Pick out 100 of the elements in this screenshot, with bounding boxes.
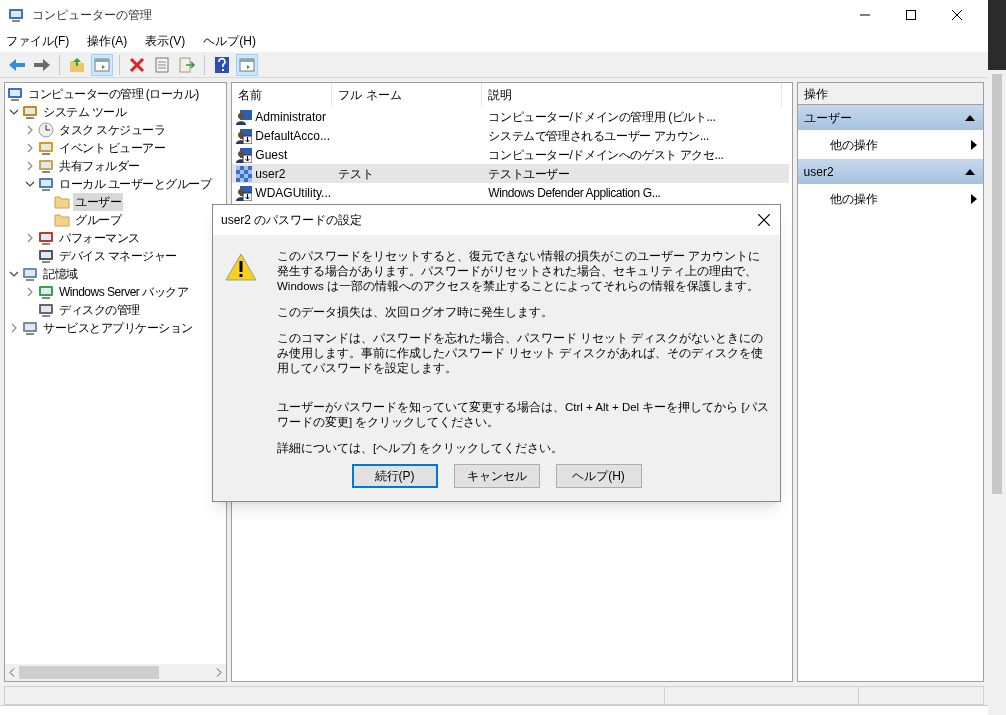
chevron-right-icon[interactable] <box>9 323 19 333</box>
action-item[interactable]: 他の操作 <box>829 189 878 208</box>
table-cell-text: コンピューター/ドメインの管理用 (ビルト... <box>487 108 717 126</box>
close-icon <box>952 10 962 20</box>
collapse-triangle-icon[interactable] <box>965 168 975 175</box>
table-cell-text: コンピューター/ドメインへのゲスト アクセ... <box>487 146 725 164</box>
chevron-right-icon[interactable] <box>216 668 223 677</box>
chevron-right-icon[interactable] <box>25 143 35 153</box>
tree-item[interactable]: パフォーマンス <box>57 229 142 247</box>
submenu-triangle-icon[interactable] <box>971 139 977 150</box>
table-cell: テスト <box>338 166 375 181</box>
submenu-triangle-icon[interactable] <box>971 193 977 204</box>
chevron-down-icon[interactable] <box>9 269 19 279</box>
maximize-icon <box>906 10 916 20</box>
back-arrow-icon <box>8 57 26 72</box>
tree-item[interactable]: ディスクの管理 <box>57 301 142 319</box>
dialog-text: このコマンドは、パスワードを忘れた場合、パスワード リセット ディスクがないときにのみ使用します。事前に作成したパスワード リセット ディスクがあれば、そのディスクを使用してパスワードを設定します。 <box>277 331 765 376</box>
node-icon <box>38 284 54 300</box>
user-icon <box>236 127 253 144</box>
node-icon <box>38 158 54 174</box>
action-item[interactable]: 他の操作 <box>829 135 878 154</box>
folder-icon <box>54 213 70 227</box>
chevron-right-icon[interactable] <box>25 161 35 171</box>
pane-icon <box>239 56 255 73</box>
user-icon <box>236 165 253 182</box>
window-title: コンピューターの管理 <box>32 7 152 24</box>
column-header[interactable]: フル ネーム <box>332 83 483 107</box>
node-icon <box>38 302 54 318</box>
menu-item[interactable]: ファイル(F) <box>6 32 70 50</box>
forward-arrow-icon <box>33 57 51 72</box>
dialog-text: このパスワードをリセットすると、復元できない情報の損失がこのユーザー アカウントに発生する場合があります。パスワードがリセットされた場合、セキュリティ上の理由で、Windows は一部の情報へのアクセスを禁止することによってそれらの情報を保護します。 <box>277 249 762 294</box>
tree-item[interactable]: ローカル ユーザーとグループ <box>57 175 214 193</box>
horizontal-scrollbar[interactable] <box>5 664 227 681</box>
table-row[interactable]: DefaultAcco... システムで管理されるユーザー アカウン... <box>232 126 790 145</box>
user-icon <box>236 146 253 163</box>
warning-icon <box>225 253 257 281</box>
column-header[interactable]: 名前 <box>232 83 333 107</box>
table-row[interactable]: WDAGUtility... Windows Defender Application G... <box>232 183 790 202</box>
table-cell-text: システムで管理されるユーザー アカウン... <box>487 127 710 145</box>
tree-item[interactable]: システム ツール <box>41 103 129 121</box>
table-row[interactable]: Administrator コンピューター/ドメインの管理用 (ビルト... <box>232 107 790 126</box>
document-icon <box>154 56 170 73</box>
table-cell-text: Guest <box>255 146 288 164</box>
dialog-text: このデータ損失は、次回ログオフ時に発生します。 <box>277 305 554 320</box>
table-row[interactable]: user2 テスト テストユーザー <box>232 164 790 183</box>
menu-item[interactable]: 操作(A) <box>87 32 128 50</box>
help-icon <box>214 55 230 74</box>
tree-item[interactable]: タスク スケジューラ <box>57 121 168 139</box>
chevron-down-icon[interactable] <box>25 179 35 189</box>
table-cell-text: WDAGUtility... <box>255 184 332 202</box>
menu-item[interactable]: ヘルプ(H) <box>203 32 256 50</box>
node-icon <box>38 140 54 156</box>
chevron-right-icon[interactable] <box>25 125 35 135</box>
table-cell-text: DefaultAcco... <box>255 127 330 145</box>
computer-icon <box>8 7 24 23</box>
user-icon <box>236 184 253 201</box>
tree-item[interactable]: ユーザー <box>73 193 123 211</box>
export-icon <box>179 56 195 73</box>
computer-icon <box>7 86 23 102</box>
tree-item[interactable]: サービスとアプリケーション <box>41 319 195 337</box>
section-header[interactable]: ユーザー <box>797 105 983 130</box>
node-icon <box>22 266 38 282</box>
node-icon <box>38 230 54 246</box>
table-cell-text: user2 <box>255 165 286 183</box>
dialog-title: user2 のパスワードの設定 <box>221 212 363 229</box>
table-cell-text: テストユーザー <box>487 165 571 183</box>
table-cell-text: Administrator <box>255 108 326 126</box>
chevron-right-icon[interactable] <box>25 287 35 297</box>
dialog-button[interactable]: キャンセル <box>453 464 540 488</box>
chevron-left-icon[interactable] <box>9 668 15 677</box>
tree-item[interactable]: イベント ビューアー <box>57 139 168 157</box>
tree-item[interactable]: 記憶域 <box>41 265 80 283</box>
section-header[interactable]: user2 <box>797 159 983 184</box>
tree-item[interactable]: 共有フォルダー <box>57 157 142 175</box>
column-header[interactable]: 説明 <box>482 83 783 107</box>
close-icon <box>129 56 145 73</box>
node-icon <box>38 176 54 192</box>
actions-header: 操作 <box>797 83 983 105</box>
dialog-button[interactable]: ヘルプ(H) <box>555 464 642 488</box>
folder-up-icon <box>69 56 85 73</box>
table-row[interactable]: Guest コンピューター/ドメインへのゲスト アクセ... <box>232 145 790 164</box>
collapse-triangle-icon[interactable] <box>965 114 975 121</box>
node-icon <box>22 104 38 120</box>
menu-item[interactable]: 表示(V) <box>145 32 186 50</box>
chevron-down-icon[interactable] <box>9 107 19 117</box>
dialog-button[interactable]: 続行(P) <box>351 464 438 488</box>
tree-item[interactable]: Windows Server バックア <box>57 283 191 301</box>
pane-icon <box>94 56 110 73</box>
chevron-right-icon[interactable] <box>25 233 35 243</box>
node-icon <box>22 320 38 336</box>
close-icon[interactable] <box>758 214 770 226</box>
tree-item[interactable]: デバイス マネージャー <box>57 247 179 265</box>
clock-icon <box>38 122 54 138</box>
dialog-text: ユーザーがパスワードを知っていて変更する場合は、Ctrl + Alt + Del キーを押してから [パスワードの変更] をクリックしてください。 <box>277 400 770 430</box>
dialog-text: 詳細については、[ヘルプ] をクリックしてください。 <box>277 441 564 456</box>
user-icon <box>236 108 253 125</box>
tree-item[interactable]: グループ <box>73 211 123 229</box>
table-cell-text: Windows Defender Application G... <box>487 184 662 202</box>
node-icon <box>38 248 54 264</box>
tree-item[interactable]: コンピューターの管理 (ローカル) <box>26 85 201 103</box>
